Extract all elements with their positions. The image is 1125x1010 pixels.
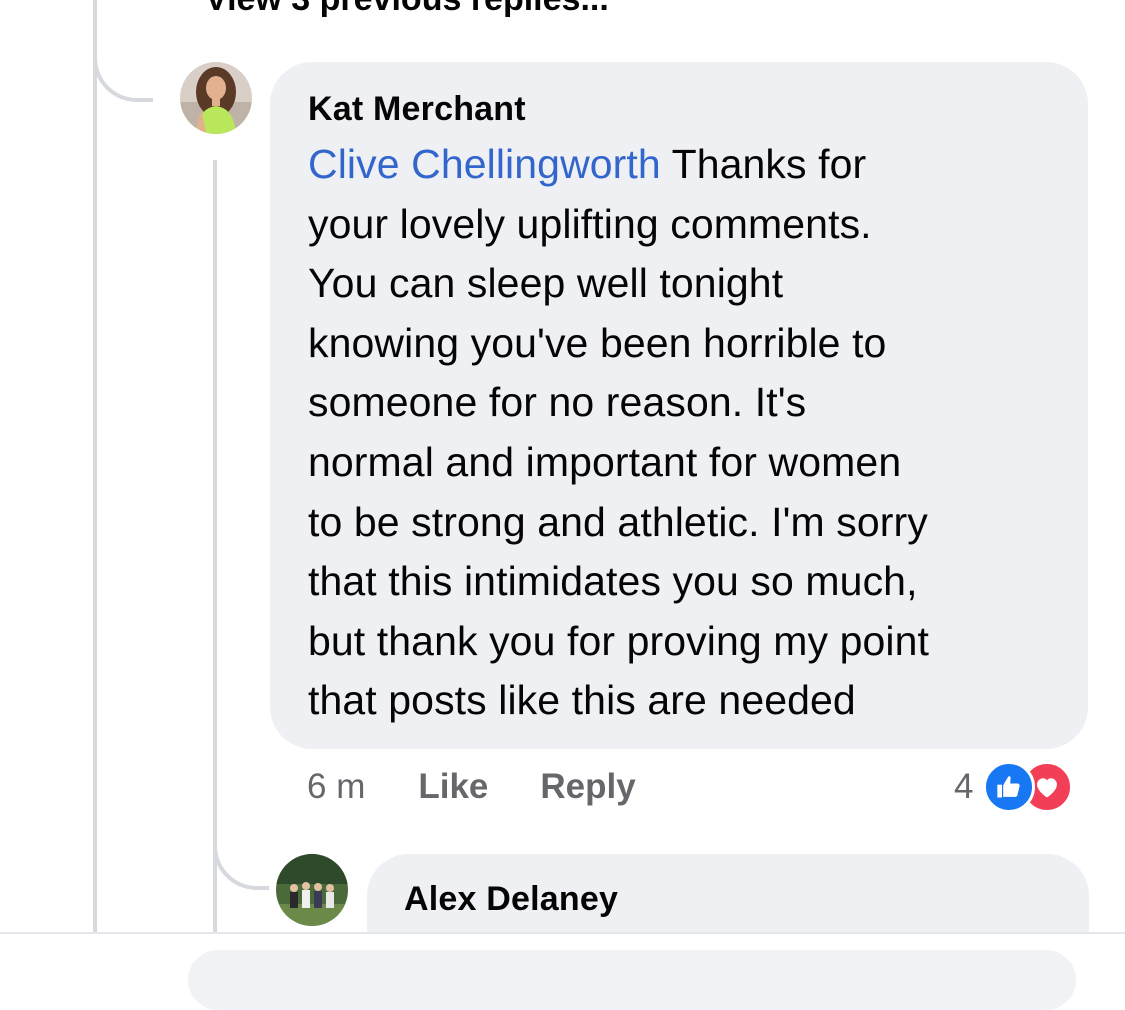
comment-line: someone for no reason. It's	[308, 379, 807, 426]
comment-line: your lovely uplifting comments.	[308, 200, 872, 247]
comment-actions: 6 m Like Reply	[307, 764, 636, 810]
comment-author[interactable]: Alex Delaney	[404, 878, 1053, 920]
avatar[interactable]	[180, 62, 252, 134]
reaction-summary[interactable]: 4	[954, 761, 1074, 813]
like-button[interactable]: Like	[418, 767, 488, 807]
comment-line: but thank you for proving my point	[308, 617, 930, 664]
comment-line: to be strong and athletic. I'm sorry	[308, 498, 928, 545]
thread-connector	[93, 0, 153, 102]
comment-line: normal and important for women	[308, 438, 902, 485]
comment-line: that posts like this are needed	[308, 677, 856, 724]
comment-line: that this intimidates you so much,	[308, 558, 918, 605]
reply-button[interactable]: Reply	[540, 767, 635, 807]
comment-line: Thanks for	[660, 141, 867, 187]
comment-line: You can sleep well tonight	[308, 260, 784, 307]
comment-author[interactable]: Kat Merchant	[308, 88, 1052, 130]
comment-bubble: Kat Merchant Clive Chellingworth Thanks …	[270, 62, 1088, 749]
comment-composer[interactable]	[188, 950, 1076, 1010]
reply-thread-connector	[213, 790, 269, 890]
comment-line: knowing you've been horrible to	[308, 319, 887, 366]
thread-line	[93, 0, 97, 934]
avatar[interactable]	[276, 854, 348, 926]
view-previous-replies-link[interactable]: View 3 previous replies...	[205, 0, 609, 19]
mention-link[interactable]: Clive Chellingworth	[308, 141, 661, 187]
comment-text: Clive Chellingworth Thanks for your lovel…	[308, 135, 1052, 731]
comment-timestamp[interactable]: 6 m	[307, 767, 365, 807]
reaction-count: 4	[954, 767, 974, 806]
